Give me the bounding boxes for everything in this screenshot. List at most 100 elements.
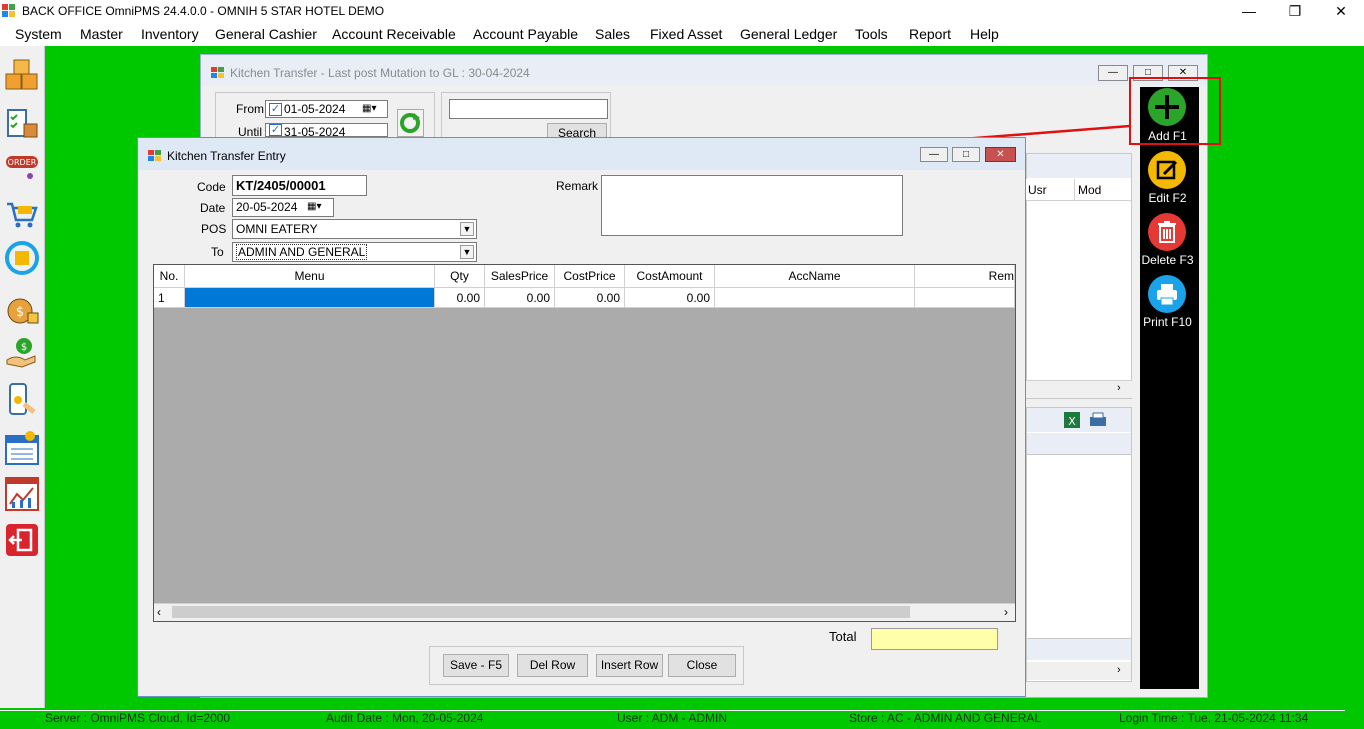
- left-sidebar: [0, 46, 45, 708]
- to-label: To: [211, 245, 224, 259]
- dialog-window-icon: [148, 150, 162, 162]
- remark-textarea[interactable]: [601, 175, 903, 236]
- total-value: [871, 628, 998, 650]
- scroll-right-icon[interactable]: ›: [1117, 382, 1121, 394]
- until-date-picker[interactable]: 31-05-2024: [265, 123, 388, 137]
- menu-inventory[interactable]: Inventory: [141, 26, 199, 42]
- row-menu-cell[interactable]: [185, 288, 435, 308]
- edit-button-label[interactable]: Edit F2: [1138, 191, 1197, 205]
- transfer-cycle-icon[interactable]: [4, 240, 40, 276]
- exit-icon[interactable]: [4, 522, 40, 558]
- column-menu[interactable]: Menu: [185, 265, 435, 288]
- detail-footer: [1027, 638, 1131, 660]
- pos-label: POS: [201, 222, 227, 236]
- svg-text:X: X: [1068, 415, 1076, 428]
- checklist-box-icon[interactable]: [4, 106, 40, 142]
- row-no-cell[interactable]: 1: [154, 288, 185, 308]
- column-no[interactable]: No.: [154, 265, 185, 288]
- grid-scroll-thumb[interactable]: [172, 606, 910, 618]
- from-date-value: 01-05-2024: [284, 102, 346, 116]
- svg-text:$: $: [21, 342, 27, 353]
- delete-icon[interactable]: [1147, 212, 1187, 252]
- pos-dropdown-icon[interactable]: ▼: [460, 222, 474, 236]
- excel-export-icon[interactable]: X: [1062, 411, 1082, 429]
- row-salesprice-cell[interactable]: 0.00: [485, 288, 555, 308]
- until-checkbox[interactable]: ✓: [269, 124, 282, 136]
- column-rem[interactable]: Rem: [915, 265, 1015, 288]
- status-audit-date: Audit Date : Mon, 20-05-2024: [326, 711, 484, 725]
- menu-fixed-asset[interactable]: Fixed Asset: [650, 26, 722, 42]
- dialog-maximize-button[interactable]: □: [952, 147, 980, 162]
- highlight-box: [1129, 77, 1221, 145]
- until-date-value: 31-05-2024: [284, 125, 346, 137]
- order-icon[interactable]: ORDER: [4, 152, 40, 188]
- insert-row-button[interactable]: Insert Row: [596, 654, 663, 677]
- close-button[interactable]: Close: [668, 654, 736, 677]
- inventory-boxes-icon[interactable]: [4, 58, 40, 94]
- grid-scroll-right-icon[interactable]: ›: [1004, 605, 1008, 619]
- kitchen-transfer-title: Kitchen Transfer - Last post Mutation to…: [230, 66, 530, 80]
- shopping-cart-icon[interactable]: [4, 196, 40, 232]
- menu-general-ledger[interactable]: General Ledger: [740, 26, 837, 42]
- app-icon: [2, 4, 16, 18]
- menu-report[interactable]: Report: [909, 26, 951, 42]
- row-accname-cell[interactable]: [715, 288, 915, 308]
- menu-account-receivable[interactable]: Account Receivable: [332, 26, 456, 42]
- to-value: ADMIN AND GENERAL: [236, 244, 368, 260]
- status-login-time: Login Time : Tue, 21-05-2024 11:34: [1119, 711, 1309, 725]
- money-bag-icon[interactable]: $: [4, 289, 40, 325]
- edit-icon[interactable]: [1147, 150, 1187, 190]
- print-icon[interactable]: [1147, 274, 1187, 314]
- row-costamount-cell[interactable]: 0.00: [625, 288, 715, 308]
- date-dropdown-icon[interactable]: ▦▾: [307, 201, 321, 212]
- dialog-minimize-button[interactable]: —: [920, 147, 948, 162]
- menu-tools[interactable]: Tools: [855, 26, 888, 42]
- to-combobox[interactable]: ADMIN AND GENERAL: [232, 242, 477, 262]
- date-value: 20-05-2024: [236, 200, 298, 214]
- window-icon: [211, 67, 225, 79]
- delete-button-label[interactable]: Delete F3: [1138, 253, 1197, 267]
- code-field[interactable]: KT/2405/00001: [232, 175, 367, 196]
- menu-general-cashier[interactable]: General Cashier: [215, 26, 317, 42]
- maximize-icon[interactable]: ❐: [1272, 0, 1318, 23]
- svg-text:ORDER: ORDER: [8, 158, 37, 167]
- detail-header: [1027, 433, 1131, 455]
- pos-combobox[interactable]: OMNI EATERY: [232, 219, 477, 239]
- menu-system[interactable]: System: [15, 26, 62, 42]
- row-qty-cell[interactable]: 0.00: [435, 288, 485, 308]
- column-costamount[interactable]: CostAmount: [625, 265, 715, 288]
- to-dropdown-icon[interactable]: ▼: [460, 245, 474, 259]
- mobile-payment-icon[interactable]: [4, 382, 40, 418]
- save-button[interactable]: Save - F5: [443, 654, 509, 677]
- menu-help[interactable]: Help: [970, 26, 999, 42]
- parent-minimize-button[interactable]: —: [1098, 65, 1128, 81]
- column-accname[interactable]: AccName: [715, 265, 915, 288]
- dialog-close-button[interactable]: ✕: [985, 147, 1016, 162]
- remark-label: Remark: [556, 179, 599, 193]
- menu-account-payable[interactable]: Account Payable: [473, 26, 578, 42]
- column-qty[interactable]: Qty: [435, 265, 485, 288]
- close-icon[interactable]: ✕: [1318, 0, 1364, 23]
- menu-sales[interactable]: Sales: [595, 26, 630, 42]
- detail-scroll-right-icon[interactable]: ›: [1117, 664, 1121, 676]
- from-checkbox[interactable]: ✓: [269, 103, 282, 116]
- del-row-button[interactable]: Del Row: [517, 654, 588, 677]
- status-store: Store : AC - ADMIN AND GENERAL: [849, 711, 1042, 725]
- hand-money-icon[interactable]: $: [4, 334, 40, 370]
- calendar-report-icon[interactable]: [4, 430, 40, 466]
- pos-value: OMNI EATERY: [236, 222, 318, 236]
- column-salesprice[interactable]: SalesPrice: [485, 265, 555, 288]
- column-costprice[interactable]: CostPrice: [555, 265, 625, 288]
- detail-hscroll[interactable]: [1027, 662, 1131, 680]
- row-rem-cell[interactable]: [915, 288, 1015, 308]
- chart-report-icon[interactable]: [4, 476, 40, 512]
- calendar-dropdown-icon[interactable]: ▦▾: [362, 103, 376, 114]
- menu-master[interactable]: Master: [80, 26, 123, 42]
- minimize-icon[interactable]: —: [1226, 0, 1272, 23]
- search-input[interactable]: [449, 99, 608, 119]
- svg-text:$: $: [16, 305, 24, 320]
- print-preview-icon[interactable]: [1088, 411, 1108, 429]
- print-button-label[interactable]: Print F10: [1138, 315, 1197, 329]
- grid-scroll-left-icon[interactable]: ‹: [157, 605, 161, 619]
- row-costprice-cell[interactable]: 0.00: [555, 288, 625, 308]
